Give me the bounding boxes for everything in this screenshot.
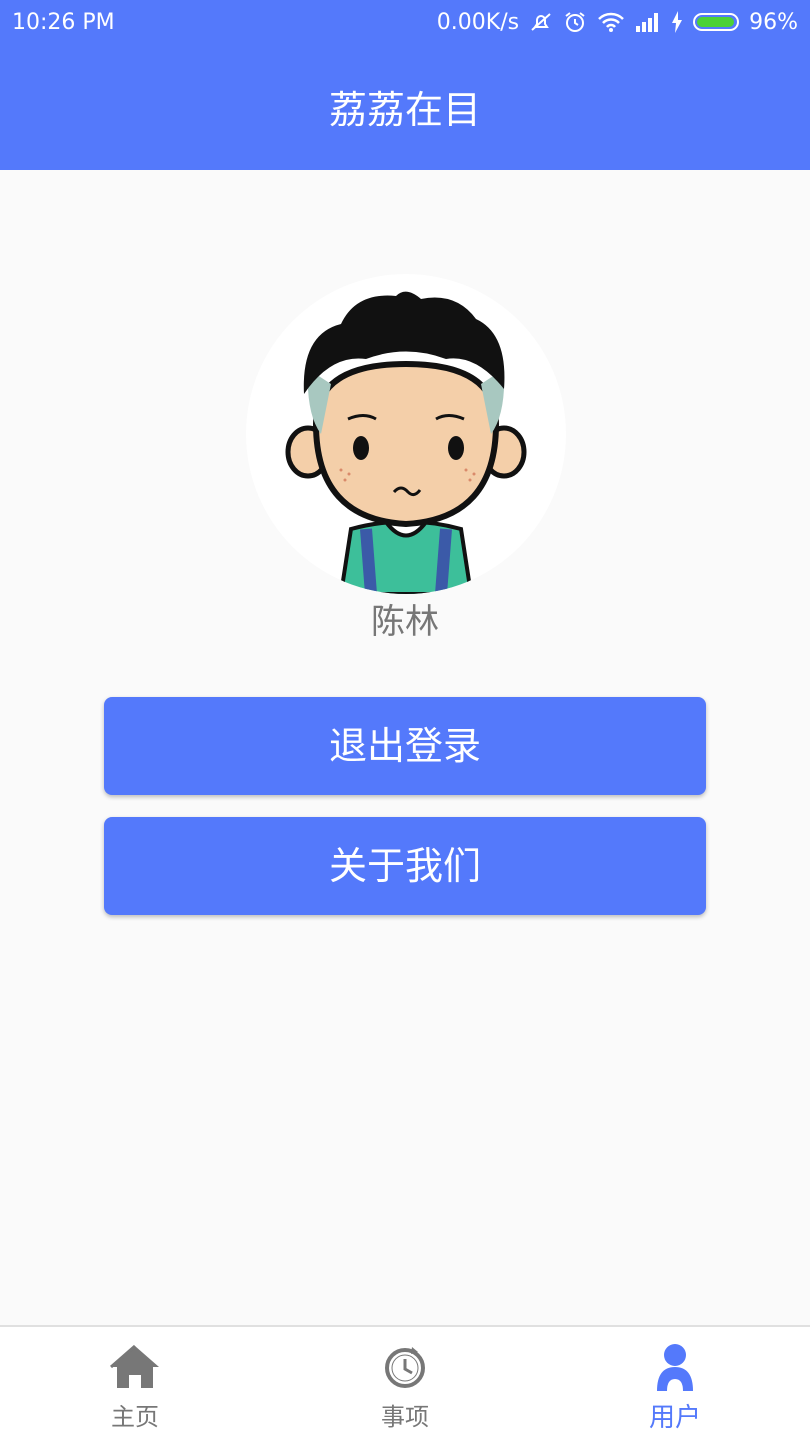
user-name: 陈林 [371, 602, 439, 642]
bottom-navigation: 主页 事项 用户 [0, 1325, 810, 1440]
status-time: 10:26 PM [12, 9, 115, 35]
about-us-button[interactable]: 关于我们 [104, 817, 706, 915]
net-speed: 0.00K/s [436, 9, 520, 35]
battery-percent: 96% [749, 9, 798, 35]
tab-home[interactable]: 主页 [0, 1327, 270, 1440]
home-icon [107, 1341, 163, 1393]
avatar[interactable] [246, 274, 566, 594]
user-icon [647, 1341, 703, 1393]
cartoon-boy-avatar-image [285, 291, 527, 594]
logout-button[interactable]: 退出登录 [104, 697, 706, 795]
signal-icon [635, 12, 661, 32]
tab-tasks-label: 事项 [381, 1403, 429, 1431]
top-app-bar: 10:26 PM 0.00K/s 96% 荔荔在目 [0, 0, 810, 170]
tab-home-label: 主页 [111, 1403, 159, 1431]
tab-user[interactable]: 用户 [540, 1327, 810, 1440]
alarm-icon [563, 10, 587, 34]
battery-level-fill [697, 17, 734, 27]
charging-icon [671, 11, 683, 33]
status-icons: 0.00K/s 96% [437, 10, 798, 35]
tab-user-label: 用户 [648, 1403, 701, 1433]
wifi-icon [597, 11, 625, 33]
status-bar: 10:26 PM 0.00K/s 96% [0, 0, 810, 44]
clock-icon [377, 1341, 433, 1393]
tab-tasks[interactable]: 事项 [270, 1327, 540, 1440]
page-title: 荔荔在目 [328, 88, 481, 132]
battery-icon [693, 13, 740, 31]
mute-icon [529, 10, 553, 34]
